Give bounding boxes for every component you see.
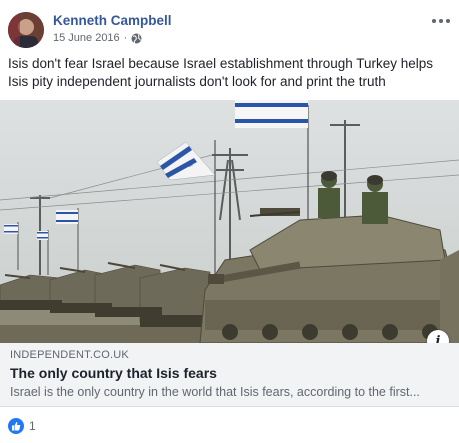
facebook-post: Kenneth Campbell 15 June 2016 · Isis don… — [0, 0, 459, 443]
post-text: Isis don't fear Israel because Israel es… — [8, 56, 434, 89]
post-date[interactable]: 15 June 2016 — [53, 32, 120, 44]
post-meta: 15 June 2016 · — [53, 32, 142, 44]
globe-icon[interactable] — [131, 33, 142, 44]
more-options-icon[interactable] — [431, 14, 451, 28]
post-header: Kenneth Campbell 15 June 2016 · — [8, 10, 451, 50]
link-description: Israel is the only country in the world … — [10, 385, 420, 399]
author-name[interactable]: Kenneth Campbell — [53, 13, 172, 28]
like-count[interactable]: 1 — [29, 419, 36, 433]
author-avatar[interactable] — [8, 12, 44, 48]
link-preview-card[interactable]: INDEPENDENT.CO.UK The only country that … — [0, 343, 459, 407]
meta-separator: · — [123, 32, 128, 44]
like-icon — [8, 418, 24, 434]
link-title[interactable]: The only country that Isis fears — [10, 365, 449, 381]
link-preview-image[interactable]: ✡ i — [0, 100, 459, 343]
reactions-summary[interactable]: 1 — [8, 418, 36, 434]
svg-text:✡: ✡ — [186, 160, 194, 170]
link-domain: INDEPENDENT.CO.UK — [10, 349, 129, 361]
